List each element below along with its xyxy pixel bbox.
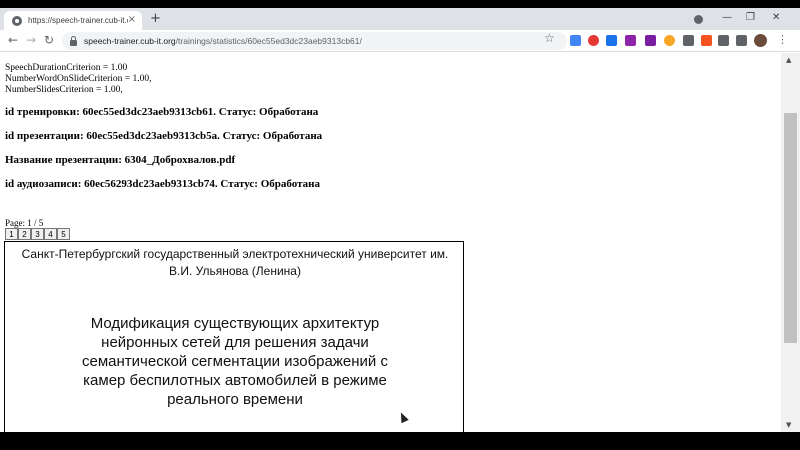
puzzle-extensions-icon[interactable] — [718, 35, 729, 46]
slide-preview: Санкт-Петербургский государственный элек… — [4, 241, 464, 432]
url-host: speech-trainer.cub-it.org — [84, 36, 176, 46]
criterion-line: NumberWordOnSlideCriterion = 1.00, — [5, 74, 152, 84]
adblock-extension-icon[interactable] — [588, 35, 599, 46]
scroll-up-arrow-icon[interactable]: ▲ — [786, 56, 791, 64]
toolbar: ← → ↻ speech-trainer.cub-it.org/training… — [0, 30, 800, 52]
tab-title: https://speech-trainer.cub-it.org — [28, 16, 128, 25]
profile-avatar[interactable] — [754, 34, 767, 47]
slide-university-line: В.И. Ульянова (Ленина) — [169, 264, 301, 278]
presentation-id: id презентации: 60ec55ed3dc23aeb9313cb5a… — [5, 130, 323, 142]
reload-button[interactable]: ↻ — [44, 33, 54, 47]
back-button[interactable]: ← — [8, 33, 18, 47]
playlist-icon[interactable] — [736, 35, 747, 46]
minimize-button[interactable]: — — [722, 12, 732, 23]
screen: https://speech-trainer.cub-it.org × + — … — [0, 0, 800, 450]
slide-university-line: Санкт-Петербургский государственный элек… — [21, 247, 449, 261]
slide-title-line: нейронных сетей для решения задачи — [101, 334, 369, 351]
slide-title-line: семантической сегментации изображений с — [82, 353, 388, 370]
close-window-button[interactable]: ✕ — [772, 12, 780, 23]
media-indicator-icon[interactable] — [694, 15, 703, 24]
tab-close-icon[interactable]: × — [128, 14, 136, 25]
pager: 1 2 3 4 5 — [5, 228, 70, 240]
bookmark-star-icon[interactable]: ☆ — [544, 31, 555, 45]
page-content: SpeechDurationCriterion = 1.00 NumberWor… — [0, 53, 781, 432]
mouse-cursor-icon — [397, 410, 409, 424]
presentation-name: Название презентации: 6304_Доброхвалов.p… — [5, 154, 236, 166]
url-text: speech-trainer.cub-it.org/trainings/stat… — [84, 36, 362, 46]
browser-tab[interactable]: https://speech-trainer.cub-it.org × — [4, 11, 142, 30]
slide-title-line: Модификация существующих архитектур — [90, 315, 380, 332]
criterion-line: NumberSlidesCriterion = 1.00, — [5, 85, 123, 95]
scrollbar-thumb[interactable] — [784, 113, 797, 343]
criterion-line: SpeechDurationCriterion = 1.00 — [5, 63, 128, 73]
page-indicator: Page: 1 / 5 — [5, 218, 44, 228]
audio-id: id аудиозаписи: 60ec56293dc23aeb9313cb74… — [5, 178, 320, 190]
address-bar[interactable]: speech-trainer.cub-it.org/trainings/stat… — [62, 32, 567, 50]
extension-icon[interactable] — [701, 35, 712, 46]
new-tab-button[interactable]: + — [150, 11, 161, 26]
lock-icon[interactable] — [70, 35, 77, 46]
page-scrollbar[interactable]: ▲ ▼ — [781, 53, 800, 432]
slide-title-line: реального времени — [167, 391, 303, 408]
page-button-4[interactable]: 4 — [44, 228, 57, 240]
extension-icon[interactable] — [645, 35, 656, 46]
url-path: /trainings/statistics/60ec55ed3dc23aeb93… — [175, 36, 362, 46]
page-button-5[interactable]: 5 — [57, 228, 70, 240]
extension-icon[interactable] — [625, 35, 636, 46]
forward-button[interactable]: → — [26, 33, 36, 47]
browser-menu-icon[interactable]: ⋮ — [777, 33, 788, 46]
slide-university: Санкт-Петербургский государственный элек… — [5, 246, 465, 280]
tab-strip: https://speech-trainer.cub-it.org × + — … — [0, 8, 800, 30]
page-button-1[interactable]: 1 — [5, 228, 18, 240]
extension-icon[interactable] — [606, 35, 617, 46]
page-button-2[interactable]: 2 — [18, 228, 31, 240]
slide-title: Модификация существующих архитектур нейр… — [65, 314, 405, 409]
restore-button[interactable]: ❐ — [746, 12, 755, 23]
browser-window: https://speech-trainer.cub-it.org × + — … — [0, 8, 800, 432]
extension-icon[interactable] — [664, 35, 675, 46]
slide-title-line: камер беспилотных автомобилей в режиме — [83, 372, 387, 389]
extension-icon[interactable] — [683, 35, 694, 46]
site-favicon-icon — [12, 15, 22, 26]
training-id: id тренировки: 60ec55ed3dc23aeb9313cb61.… — [5, 106, 319, 118]
scroll-down-arrow-icon[interactable]: ▼ — [786, 421, 791, 429]
translate-extension-icon[interactable] — [570, 35, 581, 46]
page-button-3[interactable]: 3 — [31, 228, 44, 240]
